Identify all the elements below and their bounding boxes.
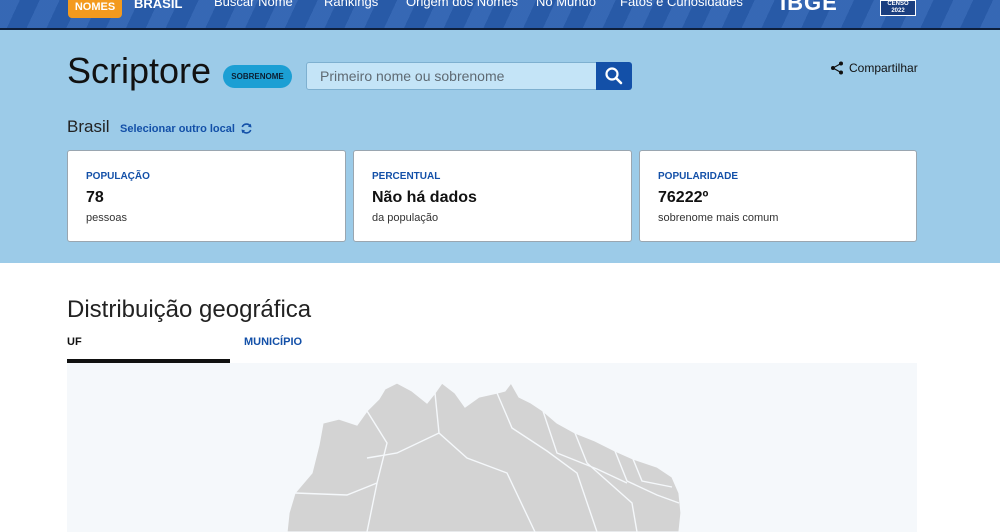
brazil-map[interactable] (67, 363, 917, 532)
tab-municipio[interactable]: MUNICÍPIO (244, 336, 302, 348)
current-location: Brasil (67, 117, 110, 136)
stat-value: 78 (86, 189, 104, 206)
stat-card-population: POPULAÇÃO 78 pessoas (67, 150, 346, 242)
nav-item-rankings[interactable]: Rankings (324, 0, 378, 9)
stat-value: Não há dados (372, 189, 477, 206)
map-region[interactable] (286, 381, 682, 532)
stat-card-popularity: POPULARIDADE 76222º sobrenome mais comum (639, 150, 917, 242)
refresh-icon (241, 123, 252, 134)
search-input[interactable] (306, 62, 597, 90)
share-icon (831, 61, 843, 75)
ibge-logo[interactable]: IBGE (780, 0, 838, 16)
top-navigation: NOMES BRASIL Buscar Nome Rankings Origem… (0, 0, 1000, 30)
stat-caption: pessoas (86, 212, 127, 224)
page-title: Scriptore (67, 50, 212, 91)
censo-2022-logo[interactable]: CENSO 2022 (880, 0, 916, 16)
section-title: Distribuição geográfica (67, 296, 312, 323)
type-badge: SOBRENOME (223, 65, 292, 88)
stat-label: PERCENTUAL (372, 171, 441, 182)
stat-label: POPULARIDADE (658, 171, 739, 182)
logo-text[interactable]: BRASIL (134, 0, 182, 11)
stat-caption: da população (372, 212, 439, 224)
search-icon (605, 67, 623, 85)
nav-item-origem[interactable]: Origem dos Nomes (406, 0, 518, 9)
tab-uf[interactable]: UF (67, 336, 230, 363)
stat-value: 76222º (658, 189, 709, 206)
logo-badge[interactable]: NOMES (68, 0, 122, 18)
nav-item-fatos[interactable]: Fatos e Curiosidades (620, 0, 743, 9)
share-label: Compartilhar (849, 61, 918, 75)
stat-caption: sobrenome mais comum (658, 212, 779, 224)
nav-item-no-mundo[interactable]: No Mundo (536, 0, 596, 9)
change-location-link[interactable]: Selecionar outro local (120, 122, 253, 135)
change-location-label: Selecionar outro local (120, 122, 235, 135)
share-button[interactable]: Compartilhar (830, 61, 918, 75)
brazil-states-map[interactable] (67, 363, 917, 532)
nav-item-buscar-nome[interactable]: Buscar Nome (214, 0, 293, 9)
stat-label: POPULAÇÃO (86, 171, 150, 182)
search-button[interactable] (596, 62, 632, 90)
stat-card-percentage: PERCENTUAL Não há dados da população (353, 150, 632, 242)
